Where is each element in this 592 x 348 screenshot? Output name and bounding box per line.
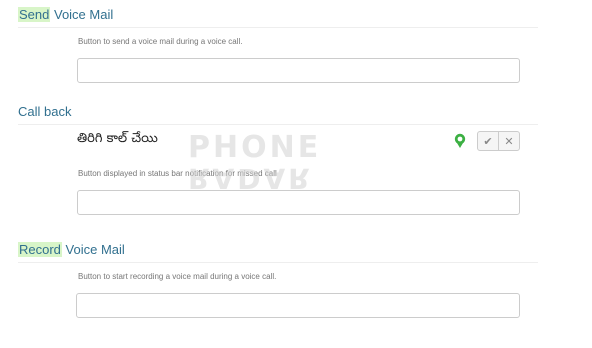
call-back-input[interactable] <box>77 190 520 215</box>
approve-button[interactable]: ✔ <box>478 132 498 150</box>
section-title-rest: Voice Mail <box>61 242 125 257</box>
phoneradar-watermark-logo: PHONE RADAR <box>188 130 328 196</box>
call-back-description: Button displayed in status bar notificat… <box>78 169 277 178</box>
call-back-section: Call back <box>18 104 538 125</box>
review-button-group: ✔ ✕ <box>477 131 520 151</box>
translation-panel: Send Voice Mail Button to send a voice m… <box>0 0 592 348</box>
section-title-send-voice-mail: Send Voice Mail <box>18 7 538 28</box>
send-voice-mail-input[interactable] <box>77 58 520 83</box>
watermark-line-1: PHONE <box>188 130 322 165</box>
record-voice-mail-section: Record Voice Mail <box>18 242 538 263</box>
check-icon: ✔ <box>483 134 493 148</box>
award-icon <box>454 133 466 148</box>
suggested-translation-text: తిరిగి కాల్ చేయి <box>77 131 158 146</box>
search-match-highlight: Send <box>18 7 51 22</box>
section-title-rest: Voice Mail <box>50 7 114 22</box>
section-title-record-voice-mail: Record Voice Mail <box>18 242 538 263</box>
close-icon: ✕ <box>504 134 514 148</box>
send-voice-mail-description: Button to send a voice mail during a voi… <box>78 37 243 46</box>
search-match-highlight: Record <box>18 242 62 257</box>
record-voice-mail-input[interactable] <box>76 293 520 318</box>
send-voice-mail-section: Send Voice Mail <box>18 7 538 28</box>
reject-button[interactable]: ✕ <box>498 132 519 150</box>
record-voice-mail-description: Button to start recording a voice mail d… <box>78 272 277 281</box>
section-title-call-back: Call back <box>18 104 538 125</box>
